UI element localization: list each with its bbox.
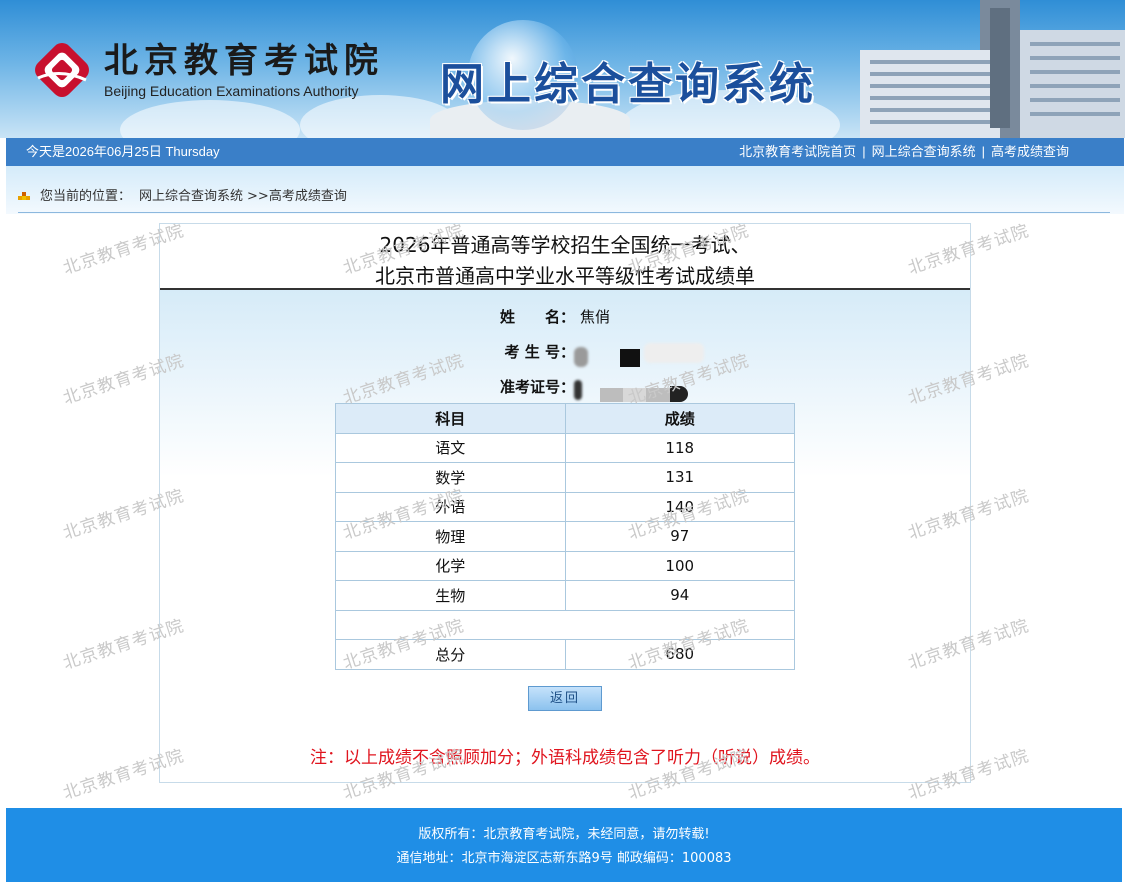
building-illustration [830,0,1125,138]
total-row: 总分 680 [335,639,795,670]
report-title-line2: 北京市普通高中学业水平等级性考试成绩单 [375,264,755,288]
table-header-row: 科目 成绩 [335,403,795,434]
column-header-score: 成绩 [564,403,795,434]
score-cell: 118 [564,432,795,463]
exam-number-label: 考 生 号： [504,343,575,361]
score-cell: 131 [564,462,795,493]
score-cell: 140 [564,491,795,522]
subject-cell: 化学 [335,550,566,581]
exam-number-row: 考 生 号： [420,341,575,363]
page-footer: 版权所有：北京教育考试院，未经同意，请勿转载! 通信地址：北京市海淀区志新东路9… [6,808,1122,882]
table-row: 外语 140 [335,491,795,522]
score-note: 注：以上成绩不含照顾加分；外语科成绩包含了听力（听说）成绩。 [310,748,820,768]
admission-number-row: 准考证号： [420,376,575,398]
subject-cell: 语文 [335,432,566,463]
empty-cell [335,609,795,640]
score-table: 科目 成绩 语文 118 数学 131 外语 140 物理 97 化学 100 … [335,403,795,670]
report-title-area: 2026年普通高等学校招生全国统一考试、 北京市普通高中学业水平等级性考试成绩单 [160,224,970,288]
nav-link-query-system[interactable]: 网上综合查询系统 [872,144,976,159]
name-row: 姓 名： [420,306,575,328]
subject-cell: 外语 [335,491,566,522]
table-row: 生物 94 [335,580,795,611]
nav-separator: | [981,144,985,159]
breadcrumb-current: >>高考成绩查询 [247,189,347,204]
score-cell: 100 [564,550,795,581]
top-nav-bar: 今天是2026年06月25日 Thursday 北京教育考试院首页 | 网上综合查询… [6,138,1124,166]
breadcrumb-divider [18,212,1110,213]
logo-emblem-icon [30,38,94,102]
breadcrumb: 您当前的位置： 网上综合查询系统 >>高考成绩查询 [18,185,347,204]
subject-cell: 数学 [335,462,566,493]
table-row: 物理 97 [335,521,795,552]
nav-links: 北京教育考试院首页 | 网上综合查询系统 | 高考成绩查询 [739,138,1069,166]
org-name-en: Beijing Education Examinations Authority [104,83,359,99]
total-score: 680 [564,639,795,670]
table-row: 语文 118 [335,432,795,463]
admission-number-redacted [574,376,694,402]
score-cell: 94 [564,580,795,611]
system-title: 网上综合查询系统 [440,59,816,110]
total-label: 总分 [335,639,566,670]
table-row: 化学 100 [335,550,795,581]
nav-link-home[interactable]: 北京教育考试院首页 [739,144,856,159]
back-button[interactable]: 返回 [528,686,602,711]
org-name-cn: 北京教育考试院 [104,41,384,81]
admission-number-label: 准考证号： [499,378,575,396]
subject-cell: 物理 [335,521,566,552]
footer-copyright: 版权所有：北京教育考试院，未经同意，请勿转载! [418,827,710,842]
org-logo[interactable]: 北京教育考试院 Beijing Education Examinations A… [30,38,384,102]
footer-address: 通信地址：北京市海淀区志新东路9号 邮政编码：100083 [396,851,732,866]
breadcrumb-link-query-system[interactable]: 网上综合查询系统 [139,185,243,204]
nav-link-score-query[interactable]: 高考成绩查询 [991,144,1069,159]
nav-separator: | [862,144,866,159]
table-row: 数学 131 [335,462,795,493]
location-icon [18,190,30,200]
cloud-decoration [120,100,300,138]
breadcrumb-prefix: 您当前的位置： [40,189,132,204]
report-title-line1: 2026年普通高等学校招生全国统一考试、 [379,233,751,257]
exam-number-redacted [574,343,704,367]
header-banner: 北京教育考试院 Beijing Education Examinations A… [0,0,1125,138]
current-date: 今天是2026年06月25日 Thursday [26,144,220,159]
name-value: 焦俏 [580,308,611,326]
subject-cell: 生物 [335,580,566,611]
name-label: 姓 名： [499,308,575,326]
column-header-subject: 科目 [335,403,566,434]
empty-spacer-row [335,609,795,640]
score-cell: 97 [564,521,795,552]
